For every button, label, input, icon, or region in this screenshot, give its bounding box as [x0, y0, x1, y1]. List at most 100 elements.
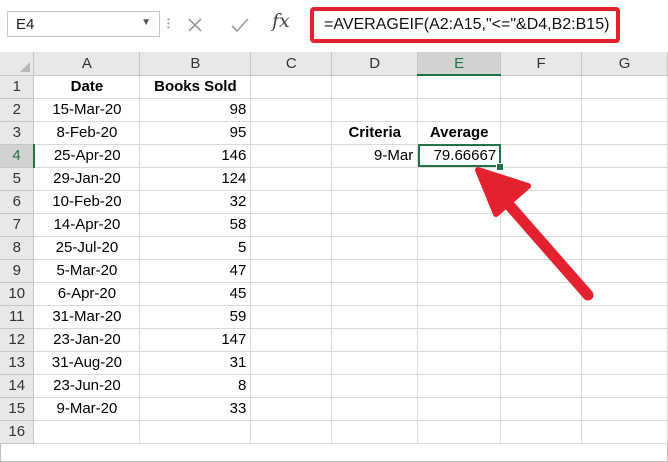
- cell-b8[interactable]: 5: [139, 236, 252, 260]
- chevron-down-icon[interactable]: ▼: [141, 17, 151, 28]
- cell-f12[interactable]: [500, 328, 583, 352]
- cell-g3[interactable]: [581, 121, 668, 145]
- cell-c14[interactable]: [250, 374, 333, 398]
- cell-f7[interactable]: [500, 213, 583, 237]
- cell-f9[interactable]: [500, 259, 583, 283]
- cell-d9[interactable]: [331, 259, 419, 283]
- cell-e7[interactable]: [417, 213, 502, 237]
- cell-f11[interactable]: [500, 305, 583, 329]
- cell-f16[interactable]: [500, 420, 583, 444]
- cell-f14[interactable]: [500, 374, 583, 398]
- cell-d10[interactable]: [331, 282, 419, 306]
- cell-b11[interactable]: 59: [139, 305, 252, 329]
- cell-c16[interactable]: [250, 420, 333, 444]
- cell-d3[interactable]: Criteria: [331, 121, 419, 145]
- cell-a16[interactable]: [33, 420, 141, 444]
- cell-b16[interactable]: [139, 420, 252, 444]
- cell-d2[interactable]: [331, 98, 419, 122]
- row-header[interactable]: 11: [0, 305, 35, 329]
- cell-g1[interactable]: [581, 75, 668, 99]
- cell-c6[interactable]: [250, 190, 333, 214]
- cell-e8[interactable]: [417, 236, 502, 260]
- cell-d13[interactable]: [331, 351, 419, 375]
- cell-b12[interactable]: 147: [139, 328, 252, 352]
- formula-input[interactable]: =AVERAGEIF(A2:A15,"<="&D4,B2:B15): [310, 7, 620, 43]
- cell-c10[interactable]: [250, 282, 333, 306]
- cell-e14[interactable]: [417, 374, 502, 398]
- checkmark-icon[interactable]: [226, 11, 254, 39]
- cell-d15[interactable]: [331, 397, 419, 421]
- row-header[interactable]: 8: [0, 236, 35, 260]
- cell-g4[interactable]: [581, 144, 668, 168]
- name-box[interactable]: E4 ▼: [7, 11, 160, 37]
- cell-b2[interactable]: 98: [139, 98, 252, 122]
- cell-a12[interactable]: 23-Jan-20: [33, 328, 141, 352]
- cell-d7[interactable]: [331, 213, 419, 237]
- row-header[interactable]: 2: [0, 98, 35, 122]
- cell-a13[interactable]: 31-Aug-20: [33, 351, 141, 375]
- cell-b6[interactable]: 32: [139, 190, 252, 214]
- cell-f13[interactable]: [500, 351, 583, 375]
- cell-b15[interactable]: 33: [139, 397, 252, 421]
- row-header[interactable]: 13: [0, 351, 35, 375]
- cell-c13[interactable]: [250, 351, 333, 375]
- cell-a6[interactable]: 10-Feb-20: [33, 190, 141, 214]
- cell-g11[interactable]: [581, 305, 668, 329]
- cell-e3[interactable]: Average: [417, 121, 502, 145]
- cell-g8[interactable]: [581, 236, 668, 260]
- cell-e13[interactable]: [417, 351, 502, 375]
- cell-g10[interactable]: [581, 282, 668, 306]
- cell-b4[interactable]: 146: [139, 144, 252, 168]
- cell-e1[interactable]: [417, 75, 502, 99]
- cell-c9[interactable]: [250, 259, 333, 283]
- cell-f1[interactable]: [500, 75, 583, 99]
- cell-d1[interactable]: [331, 75, 419, 99]
- cell-b13[interactable]: 31: [139, 351, 252, 375]
- cell-a9[interactable]: 5-Mar-20: [33, 259, 141, 283]
- cell-c8[interactable]: [250, 236, 333, 260]
- cell-e12[interactable]: [417, 328, 502, 352]
- insert-function-button[interactable]: fx: [272, 10, 290, 32]
- select-all-corner[interactable]: [0, 52, 35, 76]
- column-header-a[interactable]: A: [33, 52, 141, 76]
- cell-c1[interactable]: [250, 75, 333, 99]
- cell-a1[interactable]: Date: [33, 75, 141, 99]
- column-header-g[interactable]: G: [581, 52, 668, 76]
- row-header[interactable]: 10: [0, 282, 35, 306]
- cell-g13[interactable]: [581, 351, 668, 375]
- cell-c7[interactable]: [250, 213, 333, 237]
- cell-a7[interactable]: 14-Apr-20: [33, 213, 141, 237]
- row-header[interactable]: 6: [0, 190, 35, 214]
- cell-f3[interactable]: [500, 121, 583, 145]
- column-header-b[interactable]: B: [139, 52, 252, 76]
- cell-f2[interactable]: [500, 98, 583, 122]
- cell-f4[interactable]: [500, 144, 583, 168]
- drag-handle-icon[interactable]: • • •: [167, 16, 171, 32]
- cell-a10[interactable]: 6-Apr-20: [33, 282, 141, 306]
- column-header-d[interactable]: D: [331, 52, 419, 76]
- cell-f6[interactable]: [500, 190, 583, 214]
- cell-c12[interactable]: [250, 328, 333, 352]
- cell-c15[interactable]: [250, 397, 333, 421]
- row-header[interactable]: 5: [0, 167, 35, 191]
- cell-a11[interactable]: 31-Mar-20: [33, 305, 141, 329]
- row-header[interactable]: 4: [0, 144, 35, 168]
- cell-d5[interactable]: [331, 167, 419, 191]
- cell-a15[interactable]: 9-Mar-20: [33, 397, 141, 421]
- cell-a2[interactable]: 15-Mar-20: [33, 98, 141, 122]
- column-header-c[interactable]: C: [250, 52, 333, 76]
- row-header[interactable]: 15: [0, 397, 35, 421]
- row-header[interactable]: 7: [0, 213, 35, 237]
- row-header[interactable]: 12: [0, 328, 35, 352]
- cell-b10[interactable]: 45: [139, 282, 252, 306]
- cell-d14[interactable]: [331, 374, 419, 398]
- cell-a4[interactable]: 25-Apr-20: [33, 144, 141, 168]
- cell-e5[interactable]: [417, 167, 502, 191]
- cell-e9[interactable]: [417, 259, 502, 283]
- cell-d4[interactable]: 9-Mar: [331, 144, 419, 168]
- cell-b7[interactable]: 58: [139, 213, 252, 237]
- cell-e6[interactable]: [417, 190, 502, 214]
- cell-c2[interactable]: [250, 98, 333, 122]
- cell-e15[interactable]: [417, 397, 502, 421]
- cell-g16[interactable]: [581, 420, 668, 444]
